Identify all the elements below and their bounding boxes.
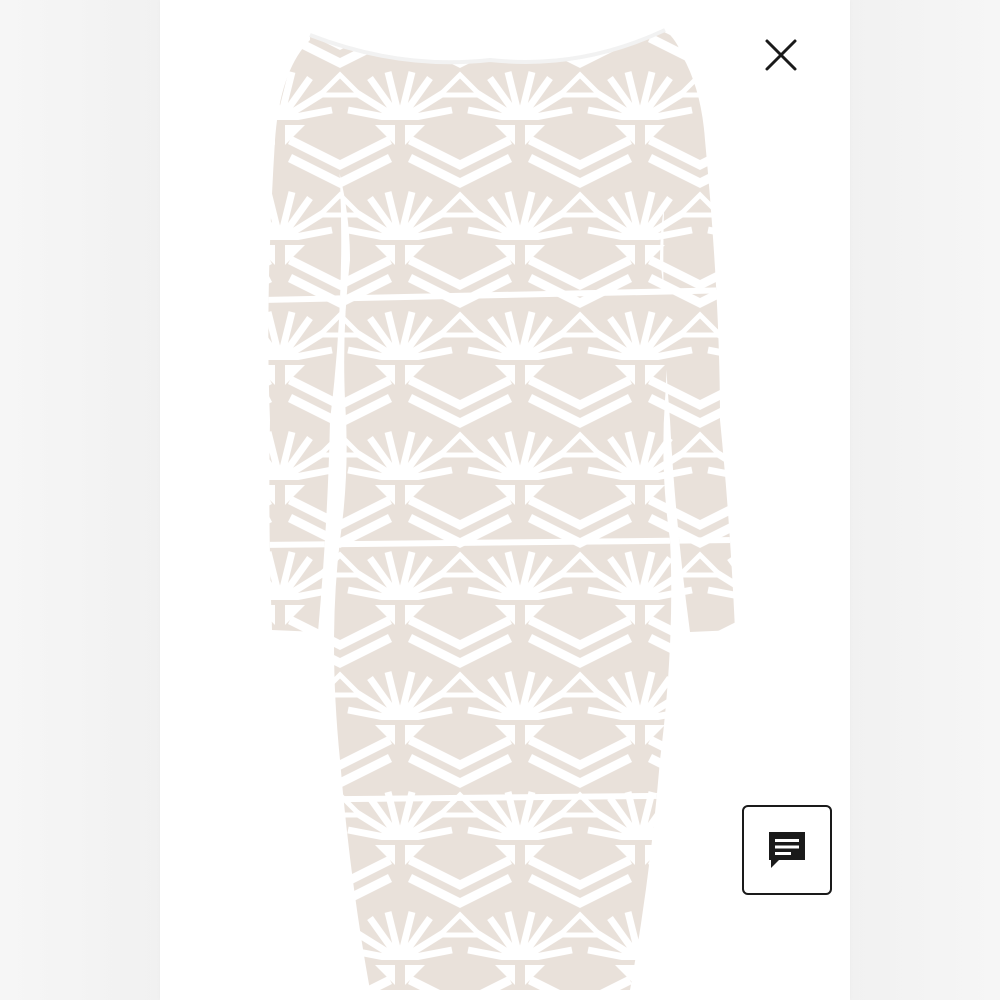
viewer-backdrop-right <box>850 0 1000 1000</box>
chat-icon <box>769 832 805 868</box>
close-icon <box>765 39 797 71</box>
chat-button[interactable] <box>742 805 832 895</box>
viewer-backdrop-left <box>0 0 160 1000</box>
image-viewer <box>0 0 1000 1000</box>
close-button[interactable] <box>756 30 806 80</box>
